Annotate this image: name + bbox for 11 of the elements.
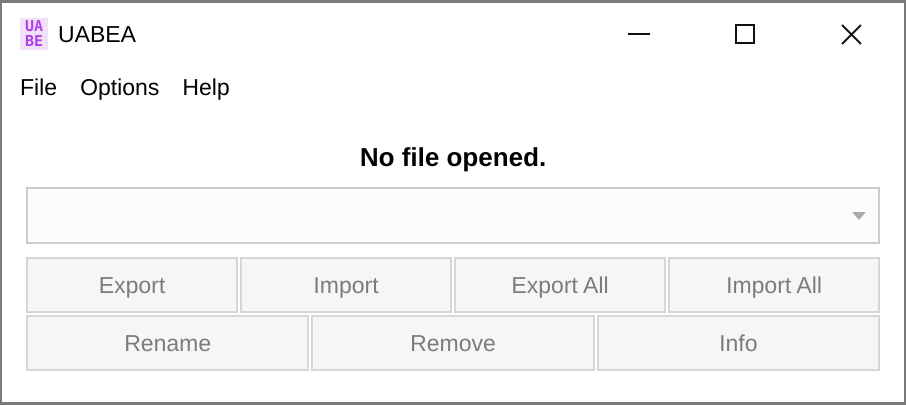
maximize-icon xyxy=(735,24,755,44)
asset-dropdown[interactable] xyxy=(26,187,880,244)
status-text: No file opened. xyxy=(360,140,546,174)
close-icon xyxy=(840,24,862,44)
minimize-icon xyxy=(628,33,650,35)
window-title: UABEA xyxy=(58,20,136,49)
menu-item[interactable]: File xyxy=(10,70,68,104)
menu-item[interactable]: Help xyxy=(172,70,240,104)
dropdown-caret-icon xyxy=(852,212,866,220)
menu-item[interactable]: Options xyxy=(70,70,170,104)
app-logo-icon: UA BE xyxy=(20,18,48,50)
